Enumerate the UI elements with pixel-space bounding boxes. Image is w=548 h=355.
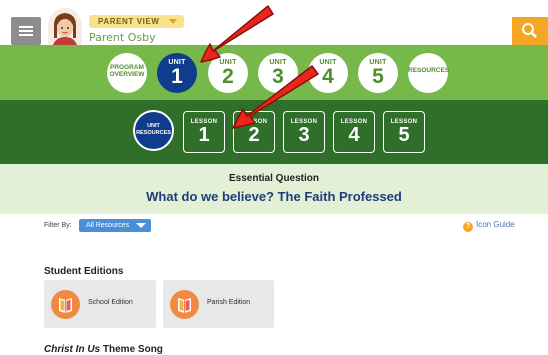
- menu-icon-line: [19, 26, 33, 28]
- icon-guide-link[interactable]: ? Icon Guide: [463, 220, 515, 232]
- program-overview-button[interactable]: PROGRAM OVERVIEW: [107, 53, 147, 93]
- student-editions-heading: Student Editions: [44, 266, 124, 277]
- chevron-down-icon: [168, 19, 177, 24]
- unit-resources-label: UNIT RESOURCES: [136, 123, 171, 136]
- essential-question-panel: Essential Question What do we believe? T…: [0, 164, 548, 214]
- book-icon: [170, 290, 199, 319]
- role-dropdown[interactable]: PARENT VIEW: [89, 15, 184, 28]
- avatar[interactable]: [48, 8, 82, 45]
- lesson-1-button[interactable]: LESSON 1: [183, 111, 225, 153]
- unit-4-button[interactable]: UNIT 4: [308, 53, 348, 93]
- top-bar: PARENT VIEW Parent Osby: [0, 0, 548, 45]
- unit-number: 3: [272, 65, 284, 88]
- menu-icon-line: [19, 30, 33, 32]
- parish-edition-label: Parish Edition: [207, 299, 251, 306]
- lesson-4-button[interactable]: LESSON 4: [333, 111, 375, 153]
- essential-question-text: What do we believe? The Faith Professed: [146, 189, 402, 204]
- icon-guide-label: Icon Guide: [476, 220, 515, 229]
- lesson-2-button[interactable]: LESSON 2: [233, 111, 275, 153]
- unit-number: 4: [322, 65, 334, 88]
- lesson-number: 2: [248, 124, 260, 146]
- unit-5-button[interactable]: UNIT 5: [358, 53, 398, 93]
- user-name: Parent Osby: [89, 31, 156, 44]
- essential-question-label: Essential Question: [228, 173, 320, 184]
- unit-number: 2: [222, 65, 234, 88]
- search-button[interactable]: [512, 17, 548, 45]
- menu-icon-line: [19, 34, 33, 36]
- parish-edition-card[interactable]: Parish Edition: [163, 280, 274, 328]
- unit-2-button[interactable]: UNIT 2: [208, 53, 248, 93]
- lesson-number: 1: [198, 124, 210, 146]
- program-overview-label: PROGRAM OVERVIEW: [109, 64, 145, 78]
- unit-3-button[interactable]: UNIT 3: [258, 53, 298, 93]
- book-icon: [51, 290, 80, 319]
- lesson-number: 3: [298, 124, 310, 146]
- unit-1-button[interactable]: UNIT 1: [157, 53, 197, 93]
- unit-number: 5: [372, 65, 384, 88]
- lesson-5-button[interactable]: LESSON 5: [383, 111, 425, 153]
- filter-label: Filter By:: [44, 222, 72, 229]
- filter-dropdown[interactable]: All Resources: [79, 219, 151, 232]
- theme-song-title-rest: Theme Song: [102, 344, 163, 355]
- lesson-3-button[interactable]: LESSON 3: [283, 111, 325, 153]
- theme-song-title-italic: Christ In Us: [44, 344, 101, 355]
- unit-number: 1: [171, 65, 183, 88]
- question-mark-icon: ?: [463, 222, 473, 232]
- school-edition-card[interactable]: School Edition: [44, 280, 156, 328]
- lesson-number: 5: [398, 124, 410, 146]
- theme-song-heading: Christ In Us Theme Song: [44, 344, 163, 355]
- parent-avatar-icon: [48, 8, 82, 45]
- resources-label: RESOURCES: [408, 67, 450, 74]
- lesson-number: 4: [348, 124, 360, 146]
- school-edition-label: School Edition: [88, 299, 133, 306]
- hamburger-menu-button[interactable]: [11, 17, 41, 45]
- filter-selected-value: All Resources: [86, 222, 130, 229]
- role-label: PARENT VIEW: [98, 17, 160, 26]
- chevron-down-icon: [136, 223, 146, 228]
- resources-button[interactable]: RESOURCES: [408, 53, 450, 93]
- search-icon: [522, 23, 537, 38]
- unit-resources-button[interactable]: UNIT RESOURCES: [133, 110, 174, 151]
